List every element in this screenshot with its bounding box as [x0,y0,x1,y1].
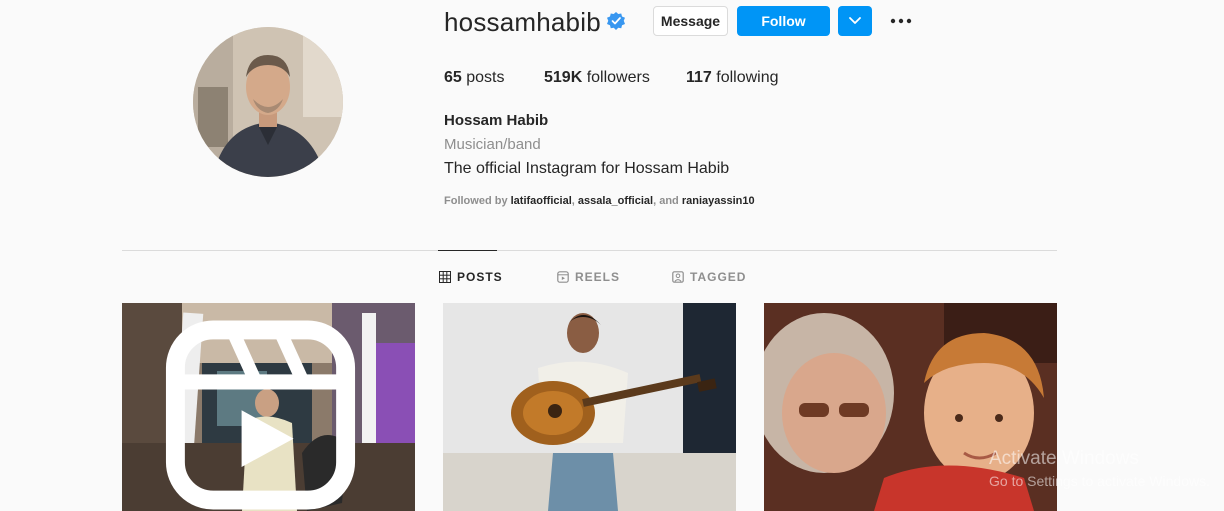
post-thumbnail[interactable] [122,303,415,511]
posts-label: posts [466,69,505,86]
reels-icon [557,271,569,283]
verified-badge-icon [607,12,625,30]
tab-posts-label: POSTS [457,270,503,284]
profile-bio: The official Instagram for Hossam Habib [444,160,730,177]
followed-by-account[interactable]: raniayassin10 [682,195,755,207]
activate-windows-hint: Go to Settings to activate Windows. [989,473,1210,489]
more-options-icon[interactable] [888,10,914,32]
following-count: 117 [686,69,712,86]
active-tab-indicator [438,250,497,251]
profile-username: hossamhabib [444,7,601,37]
tab-tagged-label: TAGGED [690,270,747,284]
tab-reels-label: REELS [575,270,621,284]
followers-count: 519K [544,69,583,86]
stat-following[interactable]: 117 following [686,68,779,88]
grid-icon [439,271,451,283]
message-button[interactable]: Message [653,6,728,36]
following-label: following [716,69,779,86]
post-thumbnail[interactable] [443,303,736,511]
stat-posts: 65 posts [444,68,505,88]
followed-by-and: and [659,195,679,207]
tagged-icon [672,271,684,283]
posts-count: 65 [444,69,462,86]
follow-button[interactable]: Follow [737,6,830,36]
stat-followers[interactable]: 519K followers [544,68,650,88]
followers-label: followers [586,69,650,86]
reel-indicator-icon [165,320,356,510]
followed-by-account[interactable]: assala_official [578,195,653,207]
post-image-guitar [443,303,736,511]
followed-by-prefix: Followed by [444,195,508,207]
tab-reels[interactable]: REELS [557,270,620,284]
profile-full-name: Hossam Habib [444,112,549,129]
profile-category: Musician/band [444,136,541,153]
tabs-divider [122,250,1057,251]
activate-windows-watermark: Activate Windows [989,448,1139,469]
tab-tagged[interactable]: TAGGED [672,270,746,284]
followed-by-account[interactable]: latifaofficial [511,195,572,207]
tab-posts[interactable]: POSTS [439,270,503,284]
chevron-down-icon [849,17,861,24]
suggested-dropdown-button[interactable] [838,6,872,36]
followed-by: Followed by latifaofficial, assala_offic… [444,195,755,207]
profile-avatar[interactable] [193,27,343,177]
